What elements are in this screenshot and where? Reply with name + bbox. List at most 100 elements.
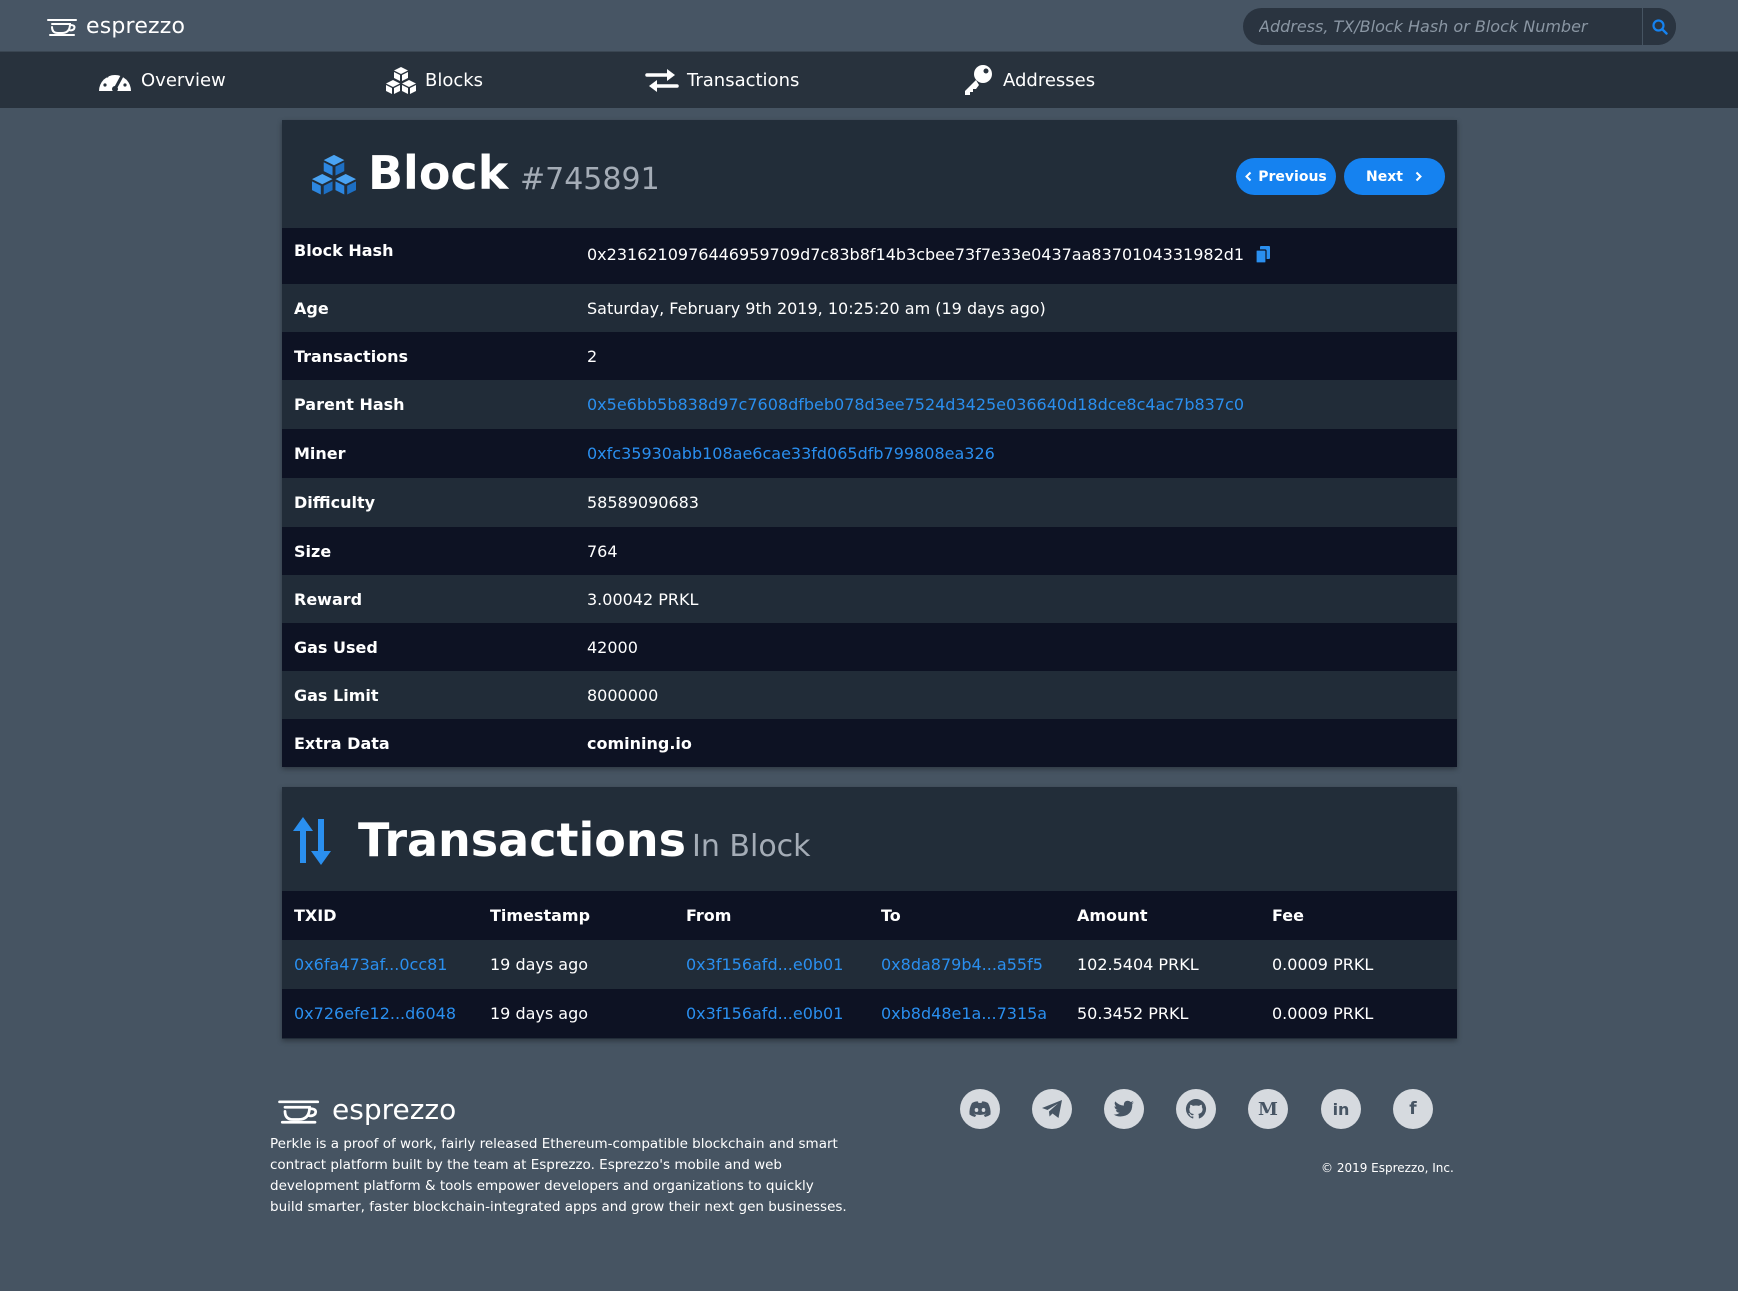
row-extra-data: Extra Data comining.io (282, 719, 1457, 767)
telegram-link[interactable] (1032, 1089, 1072, 1129)
column-header: TXID (294, 906, 337, 925)
amount-cell: 50.3452 PRKL (1077, 1004, 1189, 1023)
telegram-icon (1042, 1100, 1062, 1118)
table-row: 0x6fa473af...0cc81 19 days ago 0x3f156af… (282, 940, 1457, 989)
block-hash-text: 0x2316210976446959709d7c83b8f14b3cbee73f… (587, 245, 1245, 264)
chevron-left-icon (1245, 171, 1252, 182)
exchange-arrows-icon (645, 69, 679, 92)
nav-transactions-label: Transactions (687, 69, 800, 91)
row-parent-hash: Parent Hash 0x5e6bb5b838d97c7608dfbeb078… (282, 380, 1457, 429)
transactions-title: Transactions (358, 813, 686, 867)
brand-name: esprezzo (86, 13, 186, 39)
row-size: Size 764 (282, 527, 1457, 575)
next-label: Next (1366, 168, 1403, 185)
from-address-link[interactable]: 0x3f156afd...e0b01 (686, 940, 843, 989)
main-nav: Overview Blocks Transactions Addresses (0, 52, 1738, 108)
row-reward: Reward 3.00042 PRKL (282, 575, 1457, 623)
row-label: Extra Data (294, 733, 390, 753)
discord-icon (969, 1101, 991, 1117)
parent-hash-link[interactable]: 0x5e6bb5b838d97c7608dfbeb078d3ee7524d342… (587, 395, 1244, 414)
row-label: Difficulty (294, 493, 376, 512)
copy-icon[interactable] (1256, 246, 1271, 263)
transactions-count-value: 2 (587, 346, 598, 366)
chevron-right-icon (1415, 171, 1422, 182)
page-title: Block (368, 146, 509, 200)
cubes-icon (386, 67, 416, 94)
table-row: 0x726efe12...d6048 19 days ago 0x3f156af… (282, 989, 1457, 1038)
github-link[interactable] (1176, 1089, 1216, 1129)
transactions-card: Transactions In Block TXID Timestamp Fro… (282, 787, 1457, 1039)
nav-blocks-label: Blocks (425, 69, 484, 91)
transactions-table: TXID Timestamp From To Amount Fee 0x6fa4… (282, 891, 1457, 1038)
nav-overview-label: Overview (141, 69, 226, 91)
transactions-subtitle: In Block (692, 829, 811, 864)
discord-link[interactable] (960, 1089, 1000, 1129)
nav-transactions[interactable]: Transactions (645, 52, 799, 108)
table-header-row: TXID Timestamp From To Amount Fee (282, 891, 1457, 940)
search-button[interactable] (1642, 8, 1676, 45)
txid-link[interactable]: 0x6fa473af...0cc81 (294, 940, 447, 989)
block-details-list: Block Hash 0x2316210976446959709d7c83b8f… (282, 228, 1457, 767)
footer-logo[interactable]: esprezzo (276, 1093, 456, 1126)
block-number: #745891 (520, 162, 660, 197)
previous-block-button[interactable]: Previous (1236, 158, 1336, 195)
search-icon (1651, 18, 1668, 35)
gas-limit-value: 8000000 (587, 685, 659, 705)
facebook-link[interactable]: f (1393, 1089, 1433, 1129)
github-icon (1185, 1098, 1207, 1119)
timestamp-cell: 19 days ago (490, 955, 589, 974)
fee-cell: 0.0009 PRKL (1272, 955, 1374, 974)
row-label: Age (294, 298, 329, 318)
footer-brand-name: esprezzo (332, 1093, 457, 1126)
cup-logo-icon (47, 19, 77, 36)
linkedin-icon: in (1332, 1099, 1350, 1119)
nav-overview[interactable]: Overview (97, 52, 226, 108)
timestamp-cell: 19 days ago (490, 1004, 589, 1023)
extra-data-value: comining.io (587, 733, 692, 753)
miner-link[interactable]: 0xfc35930abb108ae6cae33fd065dfb799808ea3… (587, 444, 995, 463)
row-age: Age Saturday, February 9th 2019, 10:25:2… (282, 284, 1457, 332)
nav-addresses-label: Addresses (1003, 69, 1096, 91)
from-address-link[interactable]: 0x3f156afd...e0b01 (686, 989, 843, 1038)
twitter-link[interactable] (1104, 1089, 1144, 1129)
row-label: Gas Limit (294, 685, 379, 705)
block-header: Block #745891 Previous Next (282, 120, 1457, 228)
fee-cell: 0.0009 PRKL (1272, 1004, 1374, 1023)
search-input[interactable] (1243, 8, 1642, 45)
brand-logo[interactable]: esprezzo (46, 12, 185, 40)
medium-link[interactable]: M (1248, 1089, 1288, 1129)
block-details-card: Block #745891 Previous Next Block Hash 0… (282, 120, 1457, 767)
footer-description: Perkle is a proof of work, fairly releas… (270, 1136, 847, 1215)
cup-logo-icon (278, 1099, 320, 1124)
cubes-icon (312, 154, 356, 195)
nav-blocks[interactable]: Blocks (385, 52, 483, 108)
next-block-button[interactable]: Next (1344, 158, 1445, 195)
column-header: To (881, 906, 901, 925)
row-label: Transactions (294, 346, 409, 366)
block-hash-value: 0x2316210976446959709d7c83b8f14b3cbee73f… (587, 245, 1271, 264)
facebook-icon: f (1409, 1099, 1417, 1119)
age-value: Saturday, February 9th 2019, 10:25:20 am… (587, 298, 1046, 318)
column-header: Timestamp (490, 906, 591, 925)
gas-used-value: 42000 (587, 637, 638, 657)
to-address-link[interactable]: 0xb8d48e1a...7315a (881, 989, 1047, 1038)
speedometer-icon (99, 70, 131, 92)
row-label: Block Hash (294, 241, 394, 260)
nav-addresses[interactable]: Addresses (961, 52, 1095, 108)
row-gas-limit: Gas Limit 8000000 (282, 671, 1457, 719)
copyright-text: © 2019 Esprezzo, Inc. (1321, 1161, 1454, 1175)
linkedin-link[interactable]: in (1321, 1089, 1361, 1129)
sort-arrows-icon (293, 817, 331, 865)
twitter-icon (1113, 1100, 1134, 1117)
search-bar (1243, 8, 1676, 45)
row-label: Reward (294, 589, 363, 609)
previous-label: Previous (1258, 168, 1327, 185)
row-gas-used: Gas Used 42000 (282, 623, 1457, 671)
row-miner: Miner 0xfc35930abb108ae6cae33fd065dfb799… (282, 429, 1457, 478)
txid-link[interactable]: 0x726efe12...d6048 (294, 989, 456, 1038)
row-label: Miner (294, 444, 346, 463)
transactions-header: Transactions In Block (282, 787, 1457, 891)
medium-icon: M (1258, 1098, 1278, 1120)
to-address-link[interactable]: 0x8da879b4...a55f5 (881, 940, 1043, 989)
reward-value: 3.00042 PRKL (587, 589, 699, 609)
